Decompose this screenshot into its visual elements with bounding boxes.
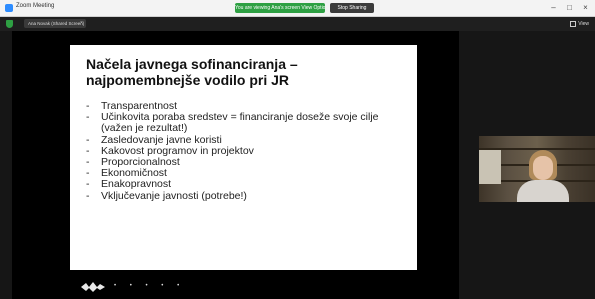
close-window-button[interactable]: × [580,2,591,13]
list-item: Enakopravnost [86,179,406,191]
shield-icon[interactable] [6,20,13,28]
slide-bullet-list: Transparentnost Učinkovita poraba sredst… [86,100,406,202]
screen-share-banner[interactable]: You are viewing Ana's screen View Option… [235,3,325,13]
meeting-toolbar: Ana Novak (Shared Screen) × View [0,17,595,31]
maximize-button[interactable]: □ [564,2,575,13]
minimize-button[interactable]: – [548,2,559,13]
tab-close-icon[interactable]: × [80,19,86,28]
shared-screen-tab[interactable]: Ana Novak (Shared Screen) [24,19,86,28]
slide-title: Načela javnega sofinanciranja – najpomem… [86,56,298,88]
list-item: Učinkovita poraba sredstev = financiranj… [86,111,406,134]
view-options-button[interactable]: View [570,20,589,28]
window-titlebar: Zoom Meeting You are viewing Ana's scree… [0,0,595,17]
organization-logo [81,282,105,292]
view-label: View [578,21,589,27]
stop-sharing-button[interactable]: Stop Sharing [330,3,374,13]
grid-view-icon [570,20,577,27]
participant-face [533,156,553,180]
presentation-slide: Načela javnega sofinanciranja – najpomem… [70,45,417,270]
list-item: Vključevanje javnosti (potrebe!) [86,190,406,202]
zoom-app-icon [5,4,13,12]
participant-body [517,180,569,202]
window-title: Zoom Meeting [16,3,55,9]
participant-video-tile[interactable] [479,136,595,202]
logo-wordmark-dots: • • • • • [114,283,186,289]
window-light [479,150,501,184]
